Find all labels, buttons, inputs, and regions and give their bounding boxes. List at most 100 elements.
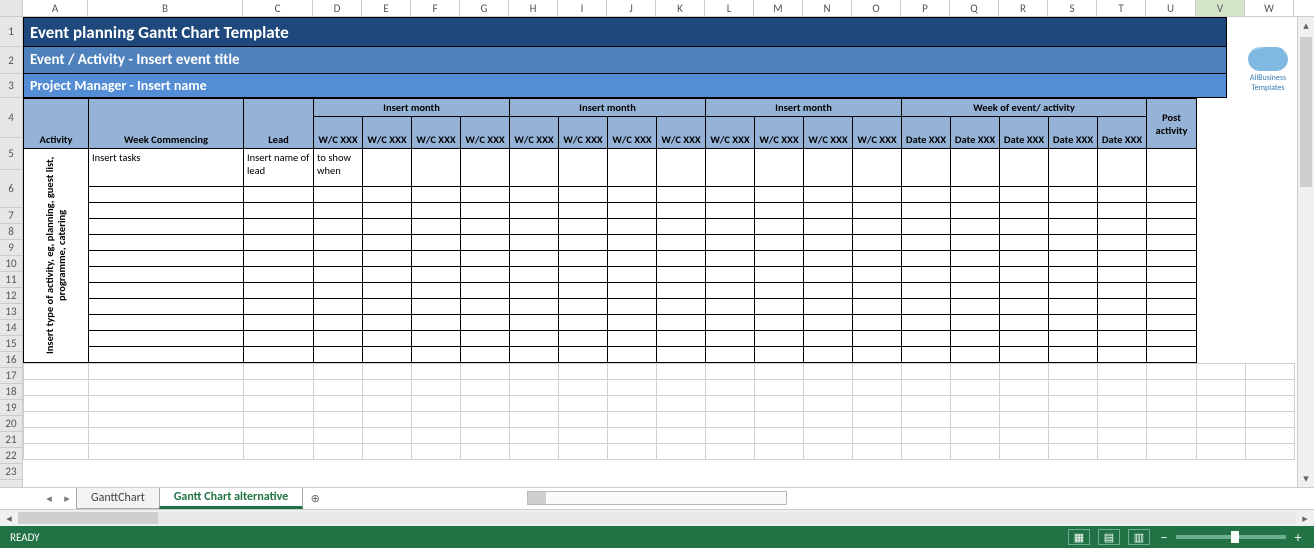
cell-r23-M[interactable] [755,444,804,460]
cell-r21-M[interactable] [755,412,804,428]
gantt-cell-r15-c14[interactable] [1000,315,1049,331]
gantt-cell-r15-c4[interactable] [510,315,559,331]
gantt-cell-r10-c1[interactable] [363,235,412,251]
gantt-cell-r13-c16[interactable] [1098,283,1147,299]
gantt-cell-r9-c16[interactable] [1098,219,1147,235]
gantt-cell-r6-c5[interactable] [559,149,608,187]
cell-r20-T[interactable] [1098,396,1147,412]
gantt-cell-r17-c3[interactable] [461,347,510,363]
gantt-cell-r15-c10[interactable] [804,315,853,331]
row-header-1[interactable]: 1 [0,17,22,47]
col-header-U[interactable]: U [1146,0,1196,16]
gantt-cell-r9-c3[interactable] [461,219,510,235]
gantt-cell-r8-c16[interactable] [1098,203,1147,219]
scroll-down-button[interactable]: ▾ [1298,470,1314,487]
gantt-cell-r9-c12[interactable] [902,219,951,235]
zoom-thumb[interactable] [1231,531,1239,543]
col-header-I[interactable]: I [558,0,607,16]
task-cell-r7[interactable] [89,187,244,203]
gantt-cell-r10-c6[interactable] [608,235,657,251]
gantt-cell-r6-c3[interactable] [461,149,510,187]
cell-r21-D[interactable] [314,412,363,428]
col-header-J[interactable]: J [607,0,656,16]
cell-r23-U[interactable] [1147,444,1197,460]
gantt-cell-r8-c12[interactable] [902,203,951,219]
cell-r18-T[interactable] [1098,364,1147,380]
cell-r21-I[interactable] [559,412,608,428]
cell-r19-T[interactable] [1098,380,1147,396]
cell-r19-N[interactable] [804,380,853,396]
cell-r20-V[interactable] [1197,396,1246,412]
gantt-cell-r14-c17[interactable] [1147,299,1197,315]
lead-cell-r11[interactable] [244,251,314,267]
gantt-cell-r10-c2[interactable] [412,235,461,251]
gantt-cell-r15-c6[interactable] [608,315,657,331]
row-header-4[interactable]: 4 [0,98,22,138]
lead-cell-r6[interactable]: Insert name of lead [244,149,314,187]
gantt-cell-r16-c5[interactable] [559,331,608,347]
row-header-13[interactable]: 13 [0,304,22,320]
gantt-cell-r14-c5[interactable] [559,299,608,315]
row-header-14[interactable]: 14 [0,320,22,336]
gantt-cell-r11-c8[interactable] [706,251,755,267]
gantt-cell-r10-c10[interactable] [804,235,853,251]
zoom-in-button[interactable]: + [1292,529,1304,546]
gantt-cell-r13-c8[interactable] [706,283,755,299]
gantt-cell-r8-c5[interactable] [559,203,608,219]
gantt-cell-r8-c14[interactable] [1000,203,1049,219]
cell-r21-F[interactable] [412,412,461,428]
gantt-cell-r16-c17[interactable] [1147,331,1197,347]
cell-r22-N[interactable] [804,428,853,444]
gantt-cell-r13-c5[interactable] [559,283,608,299]
view-page-layout-button[interactable]: ▤ [1098,529,1120,545]
cell-r22-L[interactable] [706,428,755,444]
lead-cell-r7[interactable] [244,187,314,203]
col-header-N[interactable]: N [803,0,852,16]
cell-r21-B[interactable] [89,412,244,428]
gantt-cell-r11-c4[interactable] [510,251,559,267]
lead-cell-r10[interactable] [244,235,314,251]
gantt-cell-r16-c1[interactable] [363,331,412,347]
cell-r22-G[interactable] [461,428,510,444]
cell-r18-A[interactable] [24,364,89,380]
tab-nav-prev[interactable]: ◂ [40,488,58,509]
row-header-3[interactable]: 3 [0,74,22,98]
activity-type-cell[interactable]: Insert type of activity, eg, planning, g… [24,149,89,363]
cell-r21-V[interactable] [1197,412,1246,428]
gantt-cell-r7-c2[interactable] [412,187,461,203]
gantt-cell-r16-c16[interactable] [1098,331,1147,347]
gantt-cell-r13-c4[interactable] [510,283,559,299]
title-manager[interactable]: Project Manager - Insert name [23,74,1227,98]
gantt-cell-r8-c17[interactable] [1147,203,1197,219]
lead-cell-r12[interactable] [244,267,314,283]
gantt-cell-r7-c0[interactable] [314,187,363,203]
gantt-cell-r12-c5[interactable] [559,267,608,283]
header-wc-8[interactable]: W/C XXX [706,117,755,149]
cell-r19-Q[interactable] [951,380,1000,396]
gantt-cell-r7-c10[interactable] [804,187,853,203]
gantt-cell-r11-c11[interactable] [853,251,902,267]
col-header-H[interactable]: H [509,0,558,16]
cell-r20-D[interactable] [314,396,363,412]
gantt-cell-r14-c10[interactable] [804,299,853,315]
gantt-cell-r6-c7[interactable] [657,149,706,187]
gantt-cell-r8-c0[interactable] [314,203,363,219]
cell-r20-W[interactable] [1246,396,1295,412]
gantt-cell-r8-c7[interactable] [657,203,706,219]
gantt-cell-r13-c6[interactable] [608,283,657,299]
col-header-K[interactable]: K [656,0,705,16]
gantt-cell-r11-c10[interactable] [804,251,853,267]
cell-r23-D[interactable] [314,444,363,460]
cell-r20-B[interactable] [89,396,244,412]
lead-cell-r13[interactable] [244,283,314,299]
cell-r23-A[interactable] [24,444,89,460]
gantt-cell-r16-c2[interactable] [412,331,461,347]
gantt-cell-r15-c9[interactable] [755,315,804,331]
cell-r23-E[interactable] [363,444,412,460]
cell-r23-I[interactable] [559,444,608,460]
gantt-cell-r16-c7[interactable] [657,331,706,347]
gantt-cell-r7-c12[interactable] [902,187,951,203]
gantt-cell-r7-c3[interactable] [461,187,510,203]
cell-r19-L[interactable] [706,380,755,396]
cell-r19-F[interactable] [412,380,461,396]
